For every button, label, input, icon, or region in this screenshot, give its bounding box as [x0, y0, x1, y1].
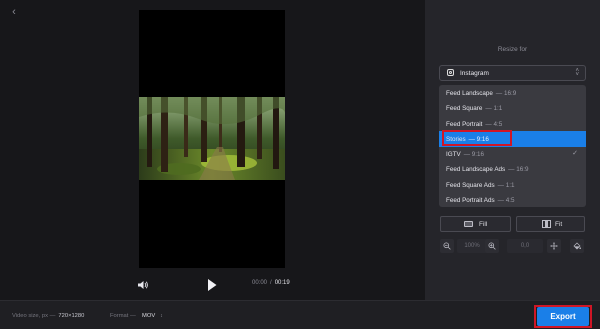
fit-icon	[542, 220, 551, 228]
dropdown-option[interactable]: Feed Portrait Ads — 4:5	[439, 192, 586, 207]
fit-button[interactable]: Fit	[516, 216, 585, 232]
dropdown-option[interactable]: IGTV — 9:16 ✓	[439, 146, 586, 162]
option-label: Feed Landscape Ads — 16:9	[446, 166, 528, 173]
player-controls: 00:00/00:19	[0, 276, 425, 294]
dropdown-option[interactable]: Feed Landscape Ads — 16:9	[439, 161, 586, 177]
preview-area: ‹ 00:00 / 00:19	[0, 0, 425, 300]
time-separator: /	[270, 280, 272, 286]
format-value: MOV	[142, 313, 156, 319]
play-icon[interactable]	[206, 278, 218, 292]
option-label: Feed Portrait — 4:5	[446, 121, 502, 128]
option-name: Feed Portrait	[446, 120, 483, 128]
offset-value[interactable]: 0,0	[507, 239, 543, 253]
fill-icon	[464, 221, 473, 227]
status-bar: Video size, px —720×1280 Format — MOV ↕	[0, 300, 600, 329]
panel-title: Resize for	[497, 46, 528, 53]
fill-button[interactable]: Fill	[440, 216, 511, 232]
dropdown-option[interactable]: Feed Square Ads — 1:1	[439, 177, 586, 193]
option-ratio: — 1:1	[497, 181, 515, 189]
option-name: Feed Landscape Ads	[446, 166, 506, 174]
option-ratio: — 4:5	[485, 120, 503, 128]
option-name: Feed Square	[446, 105, 483, 113]
option-ratio: — 4:5	[497, 196, 515, 204]
back-arrow-icon[interactable]: ‹	[8, 6, 20, 18]
stories-option-highlight	[442, 130, 512, 146]
option-ratio: — 16:9	[508, 166, 529, 174]
option-ratio: — 9:16	[463, 151, 485, 158]
move-icon[interactable]	[547, 239, 561, 253]
dropdown-option[interactable]: Feed Square — 1:1	[439, 100, 586, 116]
option-label: Feed Portrait Ads — 4:5	[446, 197, 514, 204]
instagram-icon	[447, 69, 454, 76]
option-label: Feed Landscape — 16:9	[446, 90, 516, 97]
option-label: Feed Square Ads — 1:1	[446, 182, 514, 189]
zoom-out-icon[interactable]	[440, 239, 454, 253]
dropdown-option[interactable]: Feed Landscape — 16:9	[439, 85, 586, 101]
option-ratio: — 1:1	[485, 105, 503, 113]
format-select[interactable]: MOV ↕	[142, 313, 163, 319]
option-label: Feed Square — 1:1	[446, 105, 502, 112]
option-name: Feed Square Ads	[446, 181, 495, 189]
zoom-value[interactable]: 100%	[457, 239, 487, 253]
resize-panel: Resize for Instagram ˄ ˅ Feed Landscape — …	[425, 0, 600, 300]
paint-bucket-icon[interactable]	[570, 239, 584, 253]
check-icon: ✓	[572, 150, 578, 157]
platform-select[interactable]: Instagram ˄ ˅	[439, 65, 586, 81]
video-size: Video size, px —720×1280	[12, 313, 84, 319]
export-button[interactable]: Export	[537, 307, 589, 326]
chevron-updown-icon: ˄ ˅	[575, 68, 579, 78]
option-name: Feed Landscape	[446, 90, 493, 97]
zoom-in-icon[interactable]	[485, 239, 499, 253]
option-name: IGTV	[446, 151, 461, 158]
total-time: 00:19	[274, 280, 290, 286]
fit-button-label: Fit	[555, 221, 563, 228]
chevron-updown-icon: ↕	[160, 313, 163, 319]
option-name: Feed Portrait Ads	[446, 196, 495, 204]
video-canvas	[139, 10, 285, 268]
volume-icon[interactable]	[137, 278, 149, 290]
option-label: IGTV — 9:16	[446, 151, 484, 158]
aspect-ratio-dropdown: Feed Landscape — 16:9 Feed Square — 1:1 Feed…	[439, 85, 586, 207]
current-time: 00:00	[252, 280, 268, 286]
video-thumbnail	[139, 97, 285, 180]
format-label: Format —	[110, 313, 136, 319]
video-size-value: 720×1280	[58, 313, 85, 319]
fill-button-label: Fill	[479, 221, 488, 228]
option-ratio: — 16:9	[495, 90, 517, 97]
video-size-label: Video size, px —	[12, 313, 56, 319]
platform-select-value: Instagram	[460, 70, 489, 77]
playback-time: 00:00/00:19	[252, 280, 290, 286]
